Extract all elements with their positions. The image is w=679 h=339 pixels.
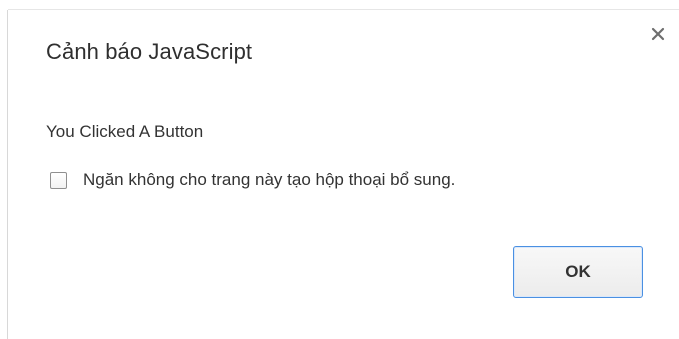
close-button[interactable] (648, 24, 668, 44)
suppress-dialogs-checkbox[interactable] (50, 171, 67, 189)
ok-button[interactable]: OK (513, 246, 643, 298)
dialog-top-border (8, 9, 679, 10)
javascript-alert-dialog: Cảnh báo JavaScript You Clicked A Button… (0, 0, 679, 339)
dialog-title: Cảnh báo JavaScript (46, 39, 253, 64)
suppress-dialogs-label[interactable]: Ngăn không cho trang này tạo hộp thoại b… (83, 170, 455, 190)
dialog-message: You Clicked A Button (46, 122, 204, 141)
dialog-left-border (7, 10, 8, 339)
close-icon[interactable] (648, 24, 668, 44)
suppress-dialogs-option[interactable]: Ngăn không cho trang này tạo hộp thoại b… (50, 170, 455, 190)
